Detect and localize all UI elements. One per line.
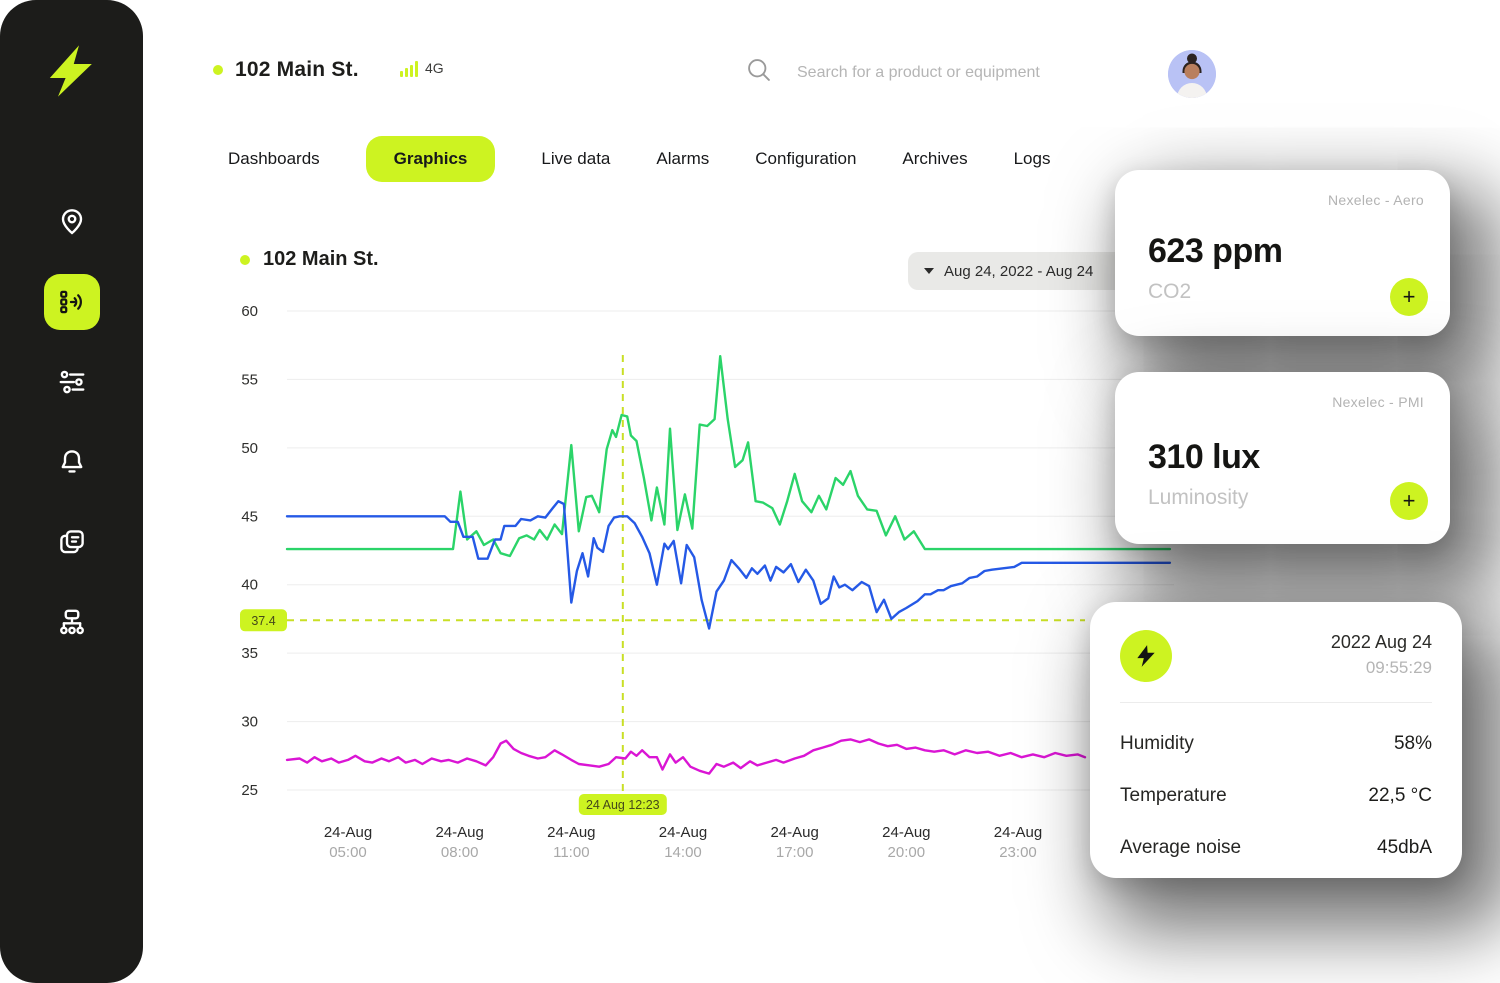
co2-label: CO2 — [1148, 280, 1191, 304]
reading-rows: Humidity 58% Temperature 22,5 °C Average… — [1120, 718, 1432, 874]
x-tick-time: 17:00 — [776, 844, 814, 861]
x-tick-date: 24-Aug — [659, 824, 707, 841]
sidebar-item-live-data[interactable] — [44, 274, 100, 330]
bell-icon — [57, 447, 87, 477]
date-range-dropdown[interactable]: Aug 24, 2022 - Aug 24 — [908, 252, 1140, 290]
row-value: 45dbA — [1377, 837, 1432, 859]
reading-row-humidity: Humidity 58% — [1120, 718, 1432, 770]
reading-timestamp: 2022 Aug 24 09:55:29 — [1331, 632, 1432, 678]
x-tick-date: 24-Aug — [547, 824, 595, 841]
y-tick-label: 35 — [241, 645, 258, 662]
add-co2-button[interactable]: + — [1390, 278, 1428, 316]
reading-card: 2022 Aug 24 09:55:29 Humidity 58% Temper… — [1090, 602, 1462, 878]
series-green — [287, 356, 1170, 556]
sidebar-item-alarms[interactable] — [44, 434, 100, 490]
sensor-card-luminosity: Nexelec - PMI 310 lux Luminosity + — [1115, 372, 1450, 544]
sidebar-item-documents[interactable] — [44, 514, 100, 570]
search-bar — [745, 56, 1129, 89]
row-value: 22,5 °C — [1368, 785, 1432, 807]
date-range-label: Aug 24, 2022 - Aug 24 — [944, 263, 1093, 280]
y-tick-label: 45 — [241, 508, 258, 525]
luminosity-value: 310 lux — [1148, 438, 1260, 477]
y-tick-label: 25 — [241, 782, 258, 799]
chart-status-dot — [240, 255, 250, 265]
y-tick-label: 40 — [241, 577, 258, 594]
sensor-card-co2: Nexelec - Aero 623 ppm CO2 + — [1115, 170, 1450, 336]
add-luminosity-button[interactable]: + — [1390, 482, 1428, 520]
lightning-icon — [1120, 630, 1172, 682]
network-icon — [57, 607, 87, 637]
tab-archives[interactable]: Archives — [902, 136, 967, 182]
sidebar-item-locations[interactable] — [44, 194, 100, 250]
chart-header: 102 Main St. — [240, 248, 379, 271]
sidebar-item-settings[interactable] — [44, 354, 100, 410]
network-label: 4G — [425, 60, 444, 76]
app-window: 60 55 50 45 40 35 30 25 24-Aug 05:00 24-Aug 08:00 24… — [0, 0, 1500, 983]
reading-row-noise: Average noise 45dbA — [1120, 822, 1432, 874]
lightning-logo[interactable] — [41, 40, 103, 102]
sliders-icon — [57, 367, 87, 397]
tab-alarms[interactable]: Alarms — [656, 136, 709, 182]
reading-date: 2022 Aug 24 — [1331, 632, 1432, 653]
signal-bars-icon — [400, 61, 418, 77]
x-tick-date: 24-Aug — [994, 824, 1042, 841]
avatar[interactable] — [1168, 50, 1216, 98]
chart-title: 102 Main St. — [263, 248, 379, 271]
x-tick-time: 20:00 — [888, 844, 926, 861]
documents-icon — [57, 527, 87, 557]
x-tick-time: 23:00 — [999, 844, 1037, 861]
reading-time: 09:55:29 — [1331, 658, 1432, 678]
site-status-dot — [213, 65, 223, 75]
device-name: Nexelec - Aero — [1328, 192, 1424, 208]
tab-graphics[interactable]: Graphics — [366, 136, 496, 182]
search-icon — [745, 56, 773, 89]
divider — [1120, 702, 1432, 703]
tab-dashboards[interactable]: Dashboards — [228, 136, 320, 182]
y-tick-label: 60 — [241, 303, 258, 320]
sidebar — [0, 0, 143, 983]
row-label: Humidity — [1120, 733, 1194, 755]
tab-live-data[interactable]: Live data — [541, 136, 610, 182]
chevron-down-icon — [924, 268, 934, 274]
sidebar-nav — [44, 194, 100, 650]
row-value: 58% — [1394, 733, 1432, 755]
x-tick-time: 05:00 — [329, 844, 367, 861]
co2-value: 623 ppm — [1148, 232, 1282, 271]
y-tick-label: 30 — [241, 714, 258, 731]
x-tick-time: 14:00 — [664, 844, 702, 861]
sidebar-item-network[interactable] — [44, 594, 100, 650]
luminosity-label: Luminosity — [1148, 486, 1248, 510]
tab-bar: Dashboards Graphics Live data Alarms Configu… — [228, 136, 1050, 182]
series-magenta — [287, 739, 1085, 773]
network-status: 4G — [400, 60, 444, 77]
search-input[interactable] — [795, 63, 1129, 83]
y-tick-label: 55 — [241, 371, 258, 388]
map-pin-icon — [57, 207, 87, 237]
x-tick-time: 11:00 — [553, 844, 589, 861]
live-data-icon — [57, 287, 87, 317]
tab-logs[interactable]: Logs — [1014, 136, 1051, 182]
series-blue — [287, 501, 1170, 628]
row-label: Temperature — [1120, 785, 1227, 807]
x-tick-time: 08:00 — [441, 844, 479, 861]
marker-label: 24 Aug 12:23 — [586, 798, 660, 812]
row-label: Average noise — [1120, 837, 1241, 859]
x-tick-date: 24-Aug — [882, 824, 930, 841]
device-name: Nexelec - PMI — [1332, 394, 1424, 410]
x-tick-date: 24-Aug — [770, 824, 818, 841]
site-name: 102 Main St. — [235, 58, 359, 82]
threshold-label: 37.4 — [251, 614, 275, 628]
tab-configuration[interactable]: Configuration — [755, 136, 856, 182]
x-tick-date: 24-Aug — [435, 824, 483, 841]
x-tick-date: 24-Aug — [324, 824, 372, 841]
reading-row-temperature: Temperature 22,5 °C — [1120, 770, 1432, 822]
y-tick-label: 50 — [241, 440, 258, 457]
site-selector[interactable]: 102 Main St. — [213, 58, 359, 82]
